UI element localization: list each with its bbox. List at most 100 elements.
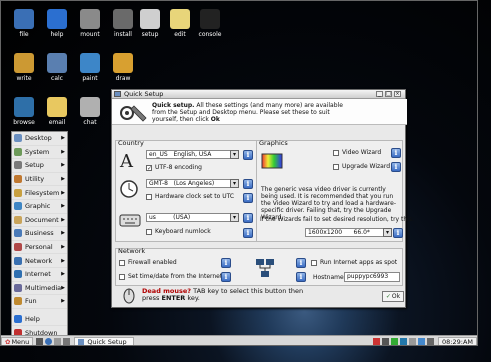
- submenu-arrow-icon: ▶: [61, 176, 65, 183]
- shield-icon[interactable]: [373, 338, 381, 345]
- firewall-info-icon[interactable]: i: [221, 258, 231, 268]
- keyboard-info-icon[interactable]: i: [243, 213, 253, 223]
- run-spot-info-icon[interactable]: i: [296, 258, 306, 268]
- menu-item-system[interactable]: System ▶: [12, 146, 67, 160]
- write-icon: [14, 53, 34, 73]
- menu-item-label: Fun: [25, 297, 37, 306]
- set-time-checkbox[interactable]: Set time/date from the Internet: [119, 273, 222, 280]
- menu-item-label: Desktop: [25, 134, 52, 143]
- files-quicklaunch-icon[interactable]: [54, 338, 62, 345]
- clock[interactable]: 08:29:AM: [438, 336, 477, 345]
- terminal-quicklaunch-icon[interactable]: [36, 338, 44, 345]
- menu-item-desktop[interactable]: Desktop ▶: [12, 132, 67, 146]
- submenu-arrow-icon: ▶: [61, 298, 65, 305]
- menu-button[interactable]: ✿ Menu: [1, 336, 34, 346]
- numlock-info-icon[interactable]: i: [243, 228, 253, 238]
- window-menu-icon[interactable]: [114, 91, 121, 97]
- locale-select[interactable]: en_US English, USA: [146, 150, 231, 159]
- maximize-icon[interactable]: □: [385, 91, 392, 97]
- ok-button[interactable]: ✓ Ok: [382, 291, 404, 302]
- resolution-dropdown-icon[interactable]: ▾: [383, 228, 392, 237]
- utf8-checkbox[interactable]: ✓ UTF-8 encoding: [146, 164, 202, 171]
- menu-item-business[interactable]: Business ▶: [12, 227, 67, 241]
- system-tray: 08:29:AM: [373, 336, 477, 345]
- close-icon[interactable]: ×: [394, 91, 401, 97]
- minimize-icon[interactable]: _: [376, 91, 383, 97]
- graphics-section: Graphics Video Wizard i Upgrade Wizard i…: [256, 139, 414, 242]
- network-tray-icon[interactable]: [400, 338, 408, 345]
- filesystem-icon: [14, 188, 22, 197]
- menu-item-help[interactable]: Help: [12, 313, 67, 327]
- menu-item-label: Help: [25, 315, 40, 324]
- keyboard-tray-icon[interactable]: [418, 338, 426, 345]
- taskbar-window-quick-setup[interactable]: Quick Setup: [74, 336, 135, 345]
- video-wizard-checkbox[interactable]: Video Wizard: [333, 149, 381, 156]
- header-ok-word: Ok: [210, 116, 220, 123]
- setup-icon: [14, 161, 22, 170]
- volume-icon[interactable]: [382, 338, 390, 345]
- dialog-title: Quick Setup: [124, 90, 164, 98]
- network-icon: [14, 256, 22, 265]
- svg-text:A: A: [119, 151, 134, 169]
- hwclock-checkbox[interactable]: Hardware clock set to UTC: [146, 193, 234, 200]
- timezone-select[interactable]: GMT-8 (Los Angeles): [146, 179, 231, 188]
- browser-quicklaunch-icon[interactable]: [45, 338, 53, 345]
- menu-item-label: Internet: [25, 270, 51, 279]
- menu-item-internet[interactable]: Internet ▶: [12, 268, 67, 282]
- desktop: file help mount install setup edit console writ…: [0, 0, 478, 346]
- battery-icon[interactable]: [391, 338, 399, 345]
- run-spot-checkbox[interactable]: Run Internet apps as spot: [311, 259, 397, 266]
- timezone-info-icon[interactable]: i: [243, 179, 253, 189]
- hwclock-info-icon[interactable]: i: [243, 193, 253, 203]
- resolution-info-icon[interactable]: i: [393, 228, 403, 238]
- hostname-info-icon[interactable]: i: [296, 272, 306, 282]
- drive-icon[interactable]: [409, 338, 417, 345]
- setup-icon: [140, 9, 160, 29]
- locale-dropdown-icon[interactable]: ▾: [230, 150, 239, 159]
- submenu-arrow-icon: ▶: [61, 189, 65, 196]
- dialog-titlebar[interactable]: Quick Setup _ □ ×: [112, 90, 405, 99]
- calc-icon: [47, 53, 67, 73]
- menu-item-personal[interactable]: Personal ▶: [12, 241, 67, 255]
- network-section: Network Firewall enabled i Set time/date…: [115, 247, 403, 286]
- submenu-arrow-icon: ▶: [61, 257, 65, 264]
- submenu-arrow-icon: ▶: [61, 271, 65, 278]
- resolution-select[interactable]: 1600x1200 66.0*: [305, 228, 385, 237]
- video-wizard-info-icon[interactable]: i: [391, 148, 401, 158]
- upgrade-wizard-info-icon[interactable]: i: [391, 162, 401, 172]
- menu-item-document[interactable]: Document ▶: [12, 214, 67, 228]
- language-icon: A: [119, 151, 134, 169]
- menu-item-filesystem[interactable]: Filesystem ▶: [12, 186, 67, 200]
- paw-icon: ✿: [5, 337, 11, 346]
- hostname-input[interactable]: puppypc6993: [344, 272, 400, 282]
- chat-icon: [80, 97, 100, 117]
- keyboard-dropdown-icon[interactable]: ▾: [230, 213, 239, 222]
- menu-item-graphic[interactable]: Graphic ▶: [12, 200, 67, 214]
- hostname-label: Hostname:: [313, 274, 346, 281]
- desktop-icon-chat[interactable]: chat: [71, 97, 109, 126]
- menu-item-fun[interactable]: Fun ▶: [12, 295, 67, 309]
- set-time-info-icon[interactable]: i: [221, 272, 231, 282]
- edit-icon: [170, 9, 190, 29]
- submenu-arrow-icon: ▶: [61, 244, 65, 251]
- desktop-quicklaunch-icon[interactable]: [63, 338, 71, 345]
- timezone-dropdown-icon[interactable]: ▾: [230, 179, 239, 188]
- upgrade-wizard-checkbox[interactable]: Upgrade Wizard: [333, 163, 390, 170]
- menu-item-multimedia[interactable]: Multimedia ▶: [12, 282, 67, 296]
- desktop-icon-draw[interactable]: draw: [104, 53, 142, 82]
- locale-info-icon[interactable]: i: [243, 150, 253, 160]
- keyboard-select[interactable]: us (USA): [146, 213, 231, 222]
- menu-item-setup[interactable]: Setup ▶: [12, 159, 67, 173]
- menu-item-network[interactable]: Network ▶: [12, 254, 67, 268]
- menu-item-label: Setup: [25, 161, 44, 170]
- firewall-checkbox[interactable]: Firewall enabled: [119, 259, 177, 266]
- submenu-arrow-icon: ▶: [61, 216, 65, 223]
- menu-item-utility[interactable]: Utility ▶: [12, 173, 67, 187]
- menu-item-label: Business: [25, 229, 54, 238]
- fun-icon: [14, 297, 22, 306]
- submenu-arrow-icon: ▶: [61, 162, 65, 169]
- numlock-checkbox[interactable]: Keyboard numlock: [146, 228, 211, 235]
- desktop-icon-console[interactable]: console: [191, 9, 229, 38]
- network-icon: [256, 259, 274, 277]
- cpu-icon[interactable]: [427, 338, 435, 345]
